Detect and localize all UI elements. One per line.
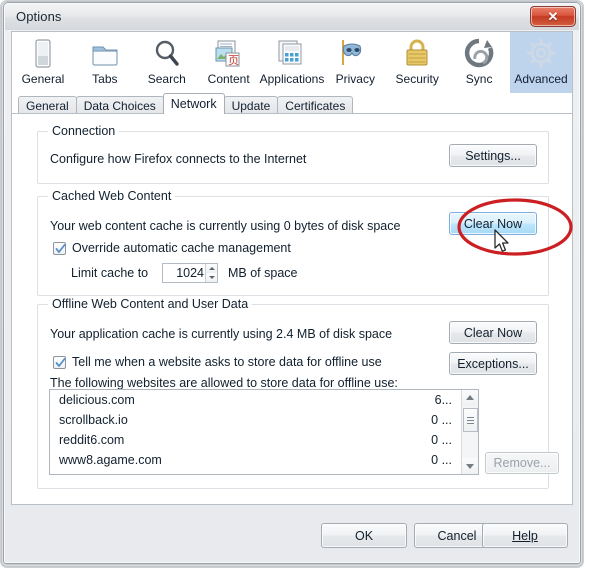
site-host: delicious.com [59,393,135,407]
offline-exceptions-label: Exceptions... [457,356,529,371]
toolbar-item-advanced[interactable]: Advanced [510,32,572,93]
toolbar-item-security[interactable]: Security [386,32,448,93]
cancel-label: Cancel [437,528,477,543]
scrollbar-thumb[interactable] [463,408,478,432]
table-row[interactable]: scrollback.io 0 ... [50,410,460,430]
table-row[interactable]: delicious.com 6... [50,390,460,410]
tab-network[interactable]: Network [162,93,225,114]
offline-group-title: Offline Web Content and User Data [48,297,253,311]
limit-cache-units: MB of space [228,266,298,280]
triangle-up-icon [466,395,474,400]
help-label: Help [512,528,538,543]
toolbar-item-search[interactable]: Search [136,32,198,93]
gear-icon [523,37,559,71]
connection-settings-button[interactable]: Settings... [449,144,537,167]
offline-sites-listbox[interactable]: delicious.com 6... scrollback.io 0 ... r… [49,389,479,475]
toolbar-label: Content [207,72,250,86]
offline-usage-text: Your application cache is currently usin… [50,327,393,341]
cached-web-content-group-title: Cached Web Content [48,189,176,203]
options-window: Options ✕ General Tabs Search 页 Content … [3,2,581,564]
toolbar-item-sync[interactable]: Sync [448,32,510,93]
stepper-decrement-button[interactable] [206,273,217,282]
toolbar-item-general[interactable]: General [12,32,74,93]
scroll-up-button[interactable] [462,390,478,406]
network-settings-panel: Connection Configure how Firefox connect… [11,113,573,505]
tell-me-label: Tell me when a website asks to store dat… [72,355,382,369]
padlock-icon [399,37,435,71]
tab-data-choices[interactable]: Data Choices [75,96,164,114]
checkmark-icon [55,244,66,253]
close-icon: ✕ [547,9,559,24]
site-host: reddit6.com [59,433,125,447]
offline-exceptions-button[interactable]: Exceptions... [449,352,537,375]
help-button[interactable]: Help [482,523,568,548]
connection-settings-label: Settings... [465,148,521,163]
remove-site-button[interactable]: Remove... [485,452,559,474]
site-size: 0 ... [431,433,452,447]
site-host: www8.agame.com [59,453,162,467]
sync-icon [461,37,497,71]
cache-clear-now-label: Clear Now [463,216,523,231]
offline-clear-now-button[interactable]: Clear Now [449,321,537,344]
override-cache-label: Override automatic cache management [72,241,291,255]
toolbar-label: General [21,72,65,86]
options-dialog-screenshot: Options ✕ General Tabs Search 页 Content … [0,0,590,571]
general-icon [25,37,61,71]
scroll-down-button[interactable] [462,458,478,474]
applications-icon [274,37,310,71]
toolbar-label: Search [147,72,186,86]
chevron-down-icon [209,276,215,279]
cache-limit-value: 1024 [176,266,204,280]
site-size: 0 ... [431,413,452,427]
window-title: Options [16,9,62,24]
toolbar-item-content[interactable]: 页 Content [198,32,260,93]
remove-site-label: Remove... [493,456,551,470]
toolbar-label: Privacy [335,72,375,86]
connection-description: Configure how Firefox connects to the In… [50,152,307,166]
chevron-up-icon [209,267,215,270]
toolbar-item-tabs[interactable]: Tabs [74,32,136,93]
toolbar-label: Security [395,72,439,86]
table-row[interactable]: reddit6.com 0 ... [50,430,460,450]
site-host: scrollback.io [59,413,128,427]
table-row[interactable]: www8.agame.com 0 ... [50,450,460,470]
sub-tab-strip: General Data Choices Network Update Cert… [11,93,573,114]
tab-certificates[interactable]: Certificates [277,96,354,114]
triangle-down-icon [466,464,474,469]
toolbar-label: Sync [465,72,493,86]
override-cache-checkbox[interactable] [53,242,66,255]
stepper-buttons [205,264,217,282]
title-bar: Options ✕ [5,4,579,30]
close-button[interactable]: ✕ [530,6,576,27]
site-size: 0 ... [431,453,452,467]
tab-update[interactable]: Update [223,96,279,114]
toolbar-label: Advanced [514,72,568,86]
connection-group-title: Connection [48,124,120,138]
cache-clear-now-button[interactable]: Clear Now [449,212,537,235]
offline-sites-list-label: The following websites are allowed to st… [50,376,398,390]
tabs-icon [87,37,123,71]
toolbar-item-privacy[interactable]: Privacy [324,32,386,93]
cache-limit-stepper[interactable]: 1024 [162,263,218,283]
category-toolbar: General Tabs Search 页 Content Applicatio… [11,31,573,93]
toolbar-label: Applications [259,72,325,86]
tab-general[interactable]: General [18,96,77,114]
toolbar-label: Tabs [92,72,118,86]
content-icon: 页 [211,37,247,71]
tell-me-checkbox[interactable] [53,356,66,369]
offline-clear-now-label: Clear Now [463,325,523,340]
grip-icon [467,417,474,424]
listbox-scrollbar[interactable] [461,390,478,474]
ok-label: OK [354,528,374,543]
cache-usage-text: Your web content cache is currently usin… [50,219,401,233]
toolbar-item-applications[interactable]: Applications [259,32,325,93]
search-icon [149,37,185,71]
checkmark-icon [55,358,66,367]
site-size: 6... [434,393,452,407]
svg-text:页: 页 [228,54,239,67]
offline-sites-rows: delicious.com 6... scrollback.io 0 ... r… [50,390,460,470]
limit-cache-label: Limit cache to [71,266,149,280]
privacy-mask-icon [337,37,373,71]
ok-button[interactable]: OK [321,523,407,548]
